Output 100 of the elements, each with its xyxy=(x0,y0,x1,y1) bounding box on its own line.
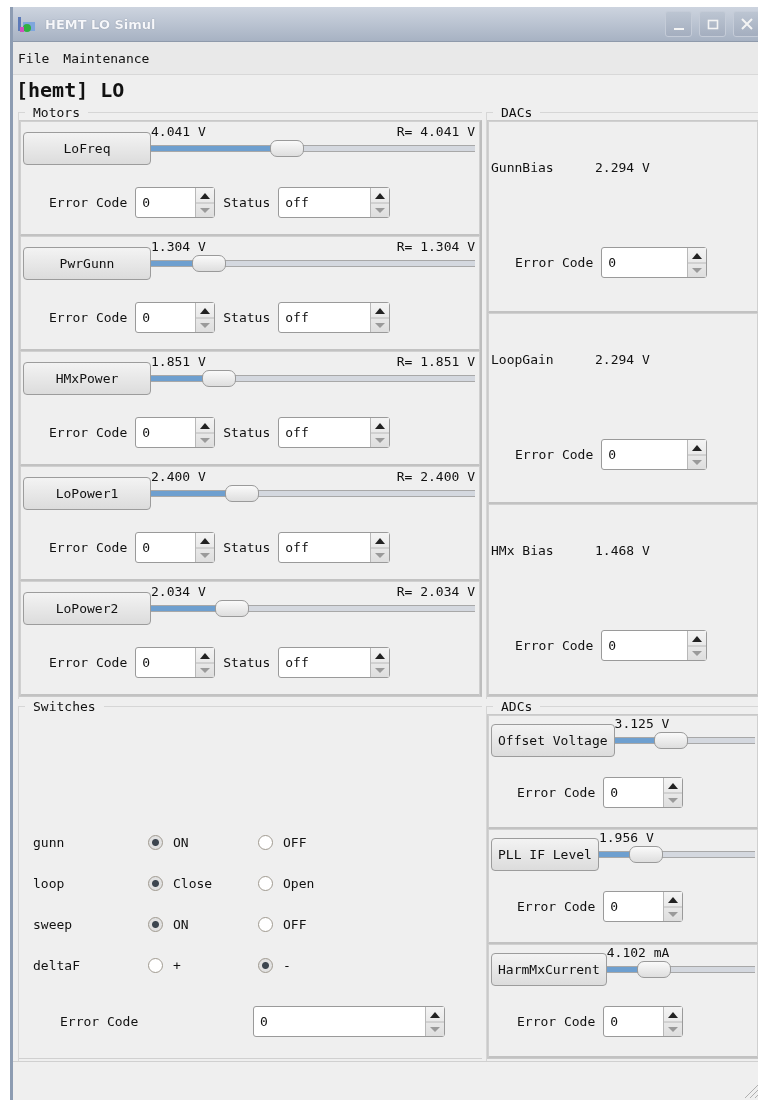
status-spinbox[interactable]: off xyxy=(278,187,391,218)
slider-handle[interactable] xyxy=(224,485,259,502)
spin-arrows-icon[interactable] xyxy=(687,248,707,277)
spin-arrows-icon[interactable] xyxy=(370,303,390,332)
spin-arrows-icon[interactable] xyxy=(663,892,683,922)
spin-arrows-icon[interactable] xyxy=(195,303,215,332)
error-code-label: Error Code xyxy=(515,638,594,654)
error-code-label: Error Code xyxy=(49,540,128,555)
spin-arrows-icon[interactable] xyxy=(370,418,390,447)
motor-button[interactable]: HMxPower xyxy=(23,362,151,395)
spin-arrows-icon[interactable] xyxy=(425,1007,444,1036)
radio-label[interactable]: ON xyxy=(173,917,189,932)
error-code-spinbox[interactable]: 0 xyxy=(253,1006,445,1037)
switch-label: gunn xyxy=(33,835,66,850)
motor-button[interactable]: LoPower2 xyxy=(23,592,151,625)
minimize-button[interactable] xyxy=(665,11,692,37)
error-code-spinbox[interactable]: 0 xyxy=(601,630,708,662)
maximize-button[interactable] xyxy=(699,11,726,37)
reading-text: 1.956 V xyxy=(598,830,654,848)
status-spinbox[interactable]: off xyxy=(278,302,391,333)
error-code-label: Error Code xyxy=(49,655,128,670)
error-code-spinbox[interactable]: 0 xyxy=(603,777,684,808)
spin-arrows-icon[interactable] xyxy=(195,648,215,677)
menu-item[interactable]: Maintenance xyxy=(61,48,152,68)
group-title: ADCs xyxy=(500,699,534,714)
motor-button[interactable]: PwrGunn xyxy=(23,247,151,280)
radio-button[interactable] xyxy=(148,958,163,973)
spin-arrows-icon[interactable] xyxy=(663,1006,683,1036)
readback-text: R= 1.304 V xyxy=(396,239,475,256)
radio-button[interactable] xyxy=(258,876,273,891)
spin-arrows-icon[interactable] xyxy=(370,188,390,217)
error-code-spinbox[interactable]: 0 xyxy=(135,417,216,448)
adc-button[interactable]: PLL IF Level xyxy=(491,838,599,872)
error-code-spinbox[interactable]: 0 xyxy=(601,438,708,470)
spin-arrows-icon[interactable] xyxy=(687,439,707,469)
error-code-spinbox[interactable]: 0 xyxy=(135,532,216,563)
switch-label: sweep xyxy=(33,917,74,932)
slider-handle[interactable] xyxy=(270,140,305,157)
slider-handle[interactable] xyxy=(215,600,249,617)
error-code-label: Error Code xyxy=(49,310,128,325)
error-code-spinbox[interactable]: 0 xyxy=(601,247,708,278)
reading-text: 2.034 V xyxy=(151,584,206,601)
status-spinbox[interactable]: off xyxy=(278,417,391,448)
status-label: Status xyxy=(223,540,271,555)
motor-button[interactable]: LoFreq xyxy=(23,132,151,165)
radio-label[interactable]: OFF xyxy=(283,835,307,850)
error-code-label: Error Code xyxy=(515,446,594,462)
reading-text: 1.851 V xyxy=(151,354,206,371)
radio-button[interactable] xyxy=(148,835,163,850)
spin-arrows-icon[interactable] xyxy=(370,533,390,562)
dac-name: GunnBias xyxy=(491,160,555,175)
error-code-spinbox[interactable]: 0 xyxy=(603,1005,684,1037)
error-code-spinbox[interactable]: 0 xyxy=(603,891,684,923)
slider-handle[interactable] xyxy=(192,255,227,272)
spin-arrows-icon[interactable] xyxy=(370,648,390,677)
spin-arrows-icon[interactable] xyxy=(195,533,215,562)
dac-name: HMx Bias xyxy=(491,543,555,559)
reading-text: 4.041 V xyxy=(151,124,206,141)
slider-handle[interactable] xyxy=(628,846,663,864)
status-spinbox[interactable]: off xyxy=(278,647,391,678)
spin-arrows-icon[interactable] xyxy=(195,188,215,217)
window-title: HEMT LO Simul xyxy=(45,16,156,32)
menu-item[interactable]: File xyxy=(16,48,52,68)
spin-arrows-icon[interactable] xyxy=(687,631,707,661)
error-code-label: Error Code xyxy=(517,1013,596,1029)
reading-text: 2.400 V xyxy=(151,469,206,486)
dac-value: 2.294 V xyxy=(595,351,650,367)
minimize-icon xyxy=(673,28,684,30)
radio-label[interactable]: Close xyxy=(173,876,213,891)
motor-button[interactable]: LoPower1 xyxy=(23,477,151,510)
spin-arrows-icon[interactable] xyxy=(663,778,683,807)
slider-handle[interactable] xyxy=(637,960,672,978)
adc-button[interactable]: HarmMxCurrent xyxy=(491,952,607,986)
radio-label[interactable]: - xyxy=(283,958,291,973)
radio-label[interactable]: Open xyxy=(283,876,315,891)
error-code-spinbox[interactable]: 0 xyxy=(135,647,216,678)
error-code-spinbox[interactable]: 0 xyxy=(135,302,216,333)
adc-button[interactable]: Offset Voltage xyxy=(491,724,615,757)
radio-label[interactable]: ON xyxy=(173,835,189,850)
error-code-label: Error Code xyxy=(60,1014,140,1029)
reading-text: 4.102 mA xyxy=(606,944,670,962)
readback-text: R= 4.041 V xyxy=(396,124,475,141)
radio-label[interactable]: + xyxy=(173,958,181,973)
error-code-label: Error Code xyxy=(515,255,594,270)
close-button[interactable] xyxy=(733,11,758,37)
error-code-spinbox[interactable]: 0 xyxy=(135,187,216,218)
slider-handle[interactable] xyxy=(653,732,688,749)
group-title: Motors xyxy=(32,105,81,120)
radio-button[interactable] xyxy=(148,876,163,891)
radio-button[interactable] xyxy=(258,958,273,973)
status-spinbox[interactable]: off xyxy=(278,532,391,563)
radio-button[interactable] xyxy=(258,917,273,932)
spin-arrows-icon[interactable] xyxy=(195,418,215,447)
radio-button[interactable] xyxy=(148,917,163,932)
error-code-label: Error Code xyxy=(49,195,128,210)
readback-text: R= 2.034 V xyxy=(396,584,475,601)
radio-label[interactable]: OFF xyxy=(283,917,307,932)
slider-handle[interactable] xyxy=(202,370,237,387)
radio-button[interactable] xyxy=(258,835,273,850)
switch-label: deltaF xyxy=(33,958,81,973)
